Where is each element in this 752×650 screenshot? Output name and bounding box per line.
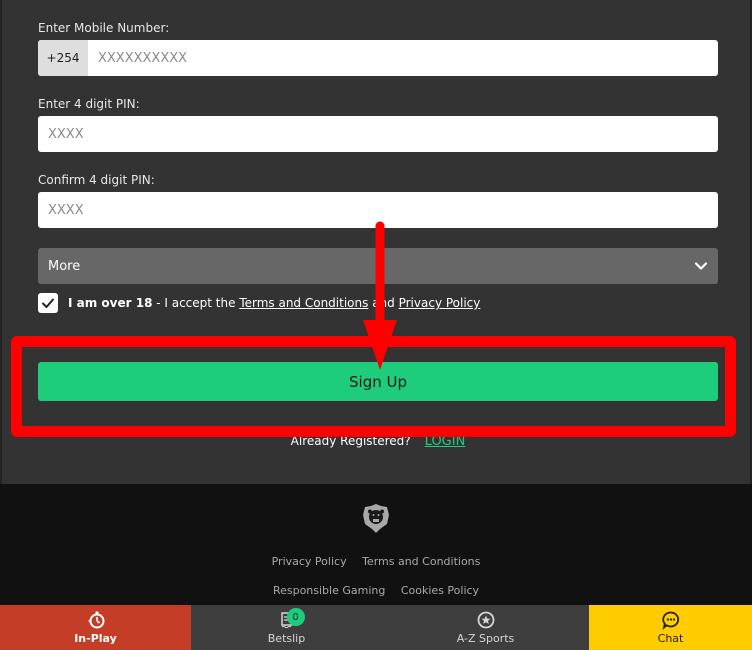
privacy-link[interactable]: Privacy Policy — [399, 296, 481, 310]
more-dropdown[interactable]: More — [38, 248, 718, 284]
checkmark-icon — [42, 298, 54, 308]
star-circle-icon — [477, 611, 494, 629]
footer-cookies-link[interactable]: Cookies Policy — [401, 584, 479, 597]
agree-text: I am over 18 - I accept the Terms and Co… — [68, 296, 480, 310]
pin-field-group — [38, 116, 718, 152]
mobile-label: Enter Mobile Number: — [38, 21, 170, 35]
nav-chat[interactable]: Chat — [589, 605, 752, 650]
bottom-nav: In-Play 0 Betslip A-Z Sports Chat — [0, 605, 752, 650]
bear-shield-logo-icon — [363, 504, 389, 533]
nav-az-sports-label: A-Z Sports — [456, 632, 515, 645]
age-terms-agreement: I am over 18 - I accept the Terms and Co… — [38, 293, 480, 313]
confirm-pin-label: Confirm 4 digit PIN: — [38, 173, 155, 187]
stopwatch-icon — [87, 611, 104, 629]
more-label: More — [48, 258, 81, 274]
signup-button[interactable]: Sign Up — [38, 362, 718, 401]
mobile-field-group: +254 — [38, 40, 718, 76]
terms-link[interactable]: Terms and Conditions — [239, 296, 368, 310]
agree-middle: - I accept the — [152, 296, 240, 310]
already-registered: Already Registered? LOGIN — [2, 434, 752, 449]
nav-in-play-label: In-Play — [74, 632, 117, 645]
confirm-pin-field-group — [38, 192, 718, 228]
agree-bold: I am over 18 — [68, 296, 153, 310]
login-link[interactable]: LOGIN — [425, 434, 466, 449]
signup-form: Enter Mobile Number: +254 Enter 4 digit … — [0, 0, 752, 484]
nav-in-play[interactable]: In-Play — [0, 605, 191, 650]
chat-bubble-icon — [661, 611, 679, 630]
mobile-input[interactable] — [88, 40, 718, 76]
confirm-pin-input[interactable] — [38, 192, 718, 228]
footer-privacy-link[interactable]: Privacy Policy — [272, 555, 347, 568]
footer: Privacy Policy Terms and Conditions Resp… — [0, 484, 752, 605]
nav-az-sports[interactable]: A-Z Sports — [382, 605, 589, 650]
and-text: and — [368, 296, 399, 310]
country-code: +254 — [38, 40, 88, 76]
nav-betslip-label: Betslip — [267, 632, 306, 645]
footer-links-row-2: Responsible Gaming Cookies Policy — [0, 584, 752, 597]
nav-chat-label: Chat — [657, 632, 684, 645]
footer-responsible-gaming-link[interactable]: Responsible Gaming — [273, 584, 385, 597]
chevron-down-icon — [694, 262, 708, 270]
pin-input[interactable] — [38, 116, 718, 152]
already-registered-text: Already Registered? — [290, 434, 411, 448]
pin-label: Enter 4 digit PIN: — [38, 97, 140, 111]
footer-links-row-1: Privacy Policy Terms and Conditions — [0, 555, 752, 568]
betslip-count-badge: 0 — [286, 608, 305, 626]
agree-checkbox[interactable] — [38, 293, 58, 313]
footer-terms-link[interactable]: Terms and Conditions — [362, 555, 480, 568]
nav-betslip[interactable]: 0 Betslip — [191, 605, 382, 650]
